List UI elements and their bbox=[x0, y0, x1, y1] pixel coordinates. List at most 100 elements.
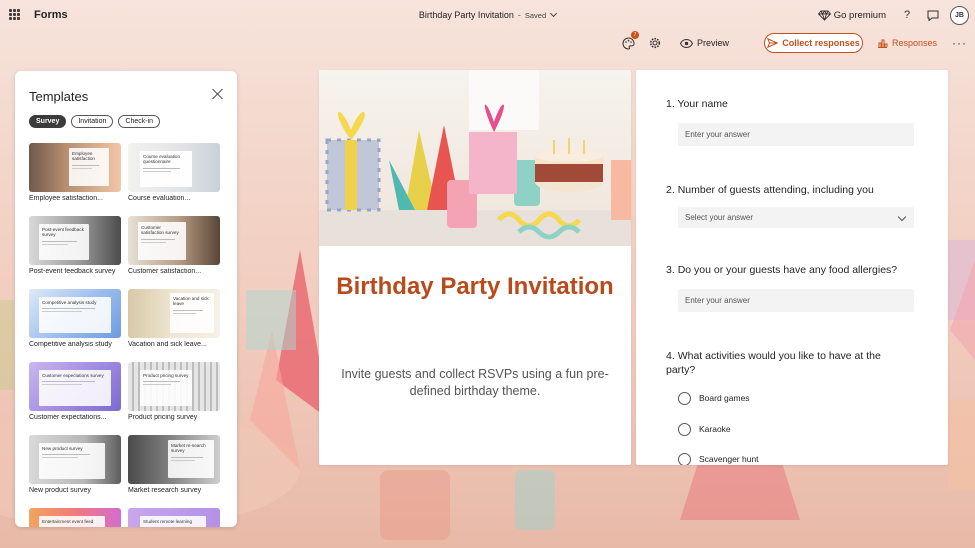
title-separator: - bbox=[517, 10, 521, 20]
radio-icon[interactable] bbox=[678, 422, 691, 436]
chip-invitation[interactable]: Invitation bbox=[71, 115, 114, 128]
template-card[interactable]: Employee satisfaction Employee satisfact… bbox=[29, 143, 121, 202]
template-thumb-text: Product pricing survey bbox=[143, 373, 189, 378]
templates-panel: Templates Survey Invitation Check-in Emp… bbox=[15, 71, 237, 527]
template-thumb-text: Entertainment event feed bbox=[42, 519, 94, 524]
preview-button[interactable]: Preview bbox=[680, 33, 729, 53]
diamond-icon bbox=[817, 9, 831, 21]
option-label: Karaoke bbox=[699, 424, 731, 434]
template-thumbnail: Course evaluation questionnaire bbox=[128, 143, 220, 192]
settings-button[interactable] bbox=[649, 33, 661, 53]
notification-badge: 7 bbox=[631, 31, 639, 39]
template-thumbnail: Customer expectations survey bbox=[29, 362, 121, 411]
question-text: Your name bbox=[677, 98, 728, 110]
collect-responses-label: Collect responses bbox=[782, 38, 860, 48]
templates-title: Templates bbox=[29, 89, 89, 104]
template-card[interactable]: Customer expectations survey Customer ex… bbox=[29, 362, 121, 421]
radio-icon[interactable] bbox=[678, 391, 691, 405]
template-thumbnail: Customer satisfaction survey bbox=[128, 216, 220, 265]
option-karaoke[interactable]: Karaoke bbox=[678, 422, 731, 436]
template-thumbnail: Market re-search survey bbox=[128, 435, 220, 484]
template-card[interactable]: Student remote learning bbox=[128, 508, 220, 527]
template-label: Vacation and sick leave... bbox=[128, 341, 207, 348]
name-input[interactable]: Enter your answer bbox=[678, 123, 914, 146]
template-thumb-text: Post-event feedback survey bbox=[42, 227, 84, 238]
template-thumb-text: Course evaluation questionnaire bbox=[143, 154, 181, 165]
option-label: Scavenger hunt bbox=[699, 454, 759, 464]
question-text: What activities would you like to have a… bbox=[666, 350, 881, 376]
chip-check-in[interactable]: Check-in bbox=[118, 115, 161, 128]
responses-label: Responses bbox=[892, 38, 938, 48]
option-board-games[interactable]: Board games bbox=[678, 391, 750, 405]
question-2[interactable]: 2. Number of guests attending, including… bbox=[666, 183, 916, 197]
template-label: Customer expectations... bbox=[29, 414, 107, 421]
template-label: Product pricing survey bbox=[128, 414, 198, 421]
allergies-input[interactable]: Enter your answer bbox=[678, 289, 914, 312]
template-card[interactable]: Competitive analysis study Competitive a… bbox=[29, 289, 121, 348]
top-bar: Forms Birthday Party Invitation - Saved Go… bbox=[0, 0, 975, 30]
template-thumb-text: Market re-search survey bbox=[171, 443, 206, 454]
save-status: Saved bbox=[524, 11, 547, 20]
template-label: Competitive analysis study bbox=[29, 341, 112, 348]
template-label: Customer satisfaction... bbox=[128, 268, 202, 275]
document-title-text: Birthday Party Invitation bbox=[418, 10, 514, 20]
template-thumbnail: Competitive analysis study bbox=[29, 289, 121, 338]
template-label: Market research survey bbox=[128, 487, 202, 494]
question-number: 2. bbox=[666, 184, 675, 196]
go-premium-button[interactable]: Go premium bbox=[817, 9, 886, 21]
question-4[interactable]: 4. What activities would you like to hav… bbox=[666, 349, 896, 377]
dropdown-placeholder: Select your answer bbox=[685, 213, 754, 222]
template-thumbnail: Entertainment event feed bbox=[29, 508, 121, 527]
form-title[interactable]: Birthday Party Invitation bbox=[319, 272, 631, 302]
questions-card: 1. Your name Enter your answer 2. Number… bbox=[636, 70, 948, 465]
theme-button[interactable]: 7 bbox=[622, 31, 639, 53]
template-thumbnail: Vacation and sick leave bbox=[128, 289, 220, 338]
responses-button[interactable]: Responses bbox=[877, 33, 937, 53]
form-toolbar: 7 Preview Collect responses Responses ··… bbox=[615, 31, 975, 53]
radio-icon[interactable] bbox=[678, 452, 691, 465]
chip-survey[interactable]: Survey bbox=[29, 115, 67, 128]
template-thumbnail: Employee satisfaction bbox=[29, 143, 121, 192]
avatar[interactable]: JB bbox=[950, 5, 969, 25]
template-thumb-text: Customer expectations survey bbox=[42, 373, 104, 378]
question-1[interactable]: 1. Your name bbox=[666, 97, 916, 111]
option-scavenger-hunt[interactable]: Scavenger hunt bbox=[678, 452, 759, 465]
template-filter-chips: Survey Invitation Check-in bbox=[29, 115, 165, 128]
template-card[interactable]: Vacation and sick leave Vacation and sic… bbox=[128, 289, 220, 348]
form-description[interactable]: Invite guests and collect RSVPs using a … bbox=[341, 366, 609, 400]
template-card[interactable]: Entertainment event feed bbox=[29, 508, 121, 527]
template-card[interactable]: Post-event feedback survey Post-event fe… bbox=[29, 216, 121, 275]
template-thumbnail: New product survey bbox=[29, 435, 121, 484]
feedback-icon[interactable] bbox=[924, 6, 942, 24]
question-number: 4. bbox=[666, 350, 675, 362]
template-thumb-text: Student remote learning bbox=[143, 519, 193, 524]
question-text: Number of guests attending, including yo… bbox=[677, 184, 874, 196]
template-label: Employee satisfaction... bbox=[29, 195, 103, 202]
go-premium-label: Go premium bbox=[833, 9, 886, 21]
help-icon[interactable]: ? bbox=[898, 6, 916, 24]
collect-responses-button[interactable]: Collect responses bbox=[764, 33, 863, 53]
template-card[interactable]: Customer satisfaction survey Customer sa… bbox=[128, 216, 220, 275]
top-right-actions: Go premium ? JB bbox=[817, 5, 969, 25]
close-icon[interactable] bbox=[212, 88, 223, 99]
template-thumb-text: Employee satisfaction bbox=[72, 151, 95, 162]
more-icon[interactable]: ··· bbox=[952, 33, 967, 53]
preview-label: Preview bbox=[697, 38, 730, 48]
template-card[interactable]: Product pricing survey Product pricing s… bbox=[128, 362, 220, 421]
eye-icon bbox=[680, 38, 693, 48]
template-label: Post-event feedback survey bbox=[29, 268, 116, 275]
guests-dropdown[interactable]: Select your answer bbox=[678, 207, 914, 228]
question-number: 1. bbox=[666, 98, 675, 110]
template-card[interactable]: Course evaluation questionnaire Course e… bbox=[128, 143, 220, 202]
settings-icon bbox=[649, 37, 661, 49]
option-label: Board games bbox=[699, 393, 750, 403]
template-thumb-text: Vacation and sick leave bbox=[173, 296, 209, 307]
chart-icon bbox=[878, 39, 888, 48]
template-label: New product survey bbox=[29, 487, 91, 494]
template-card[interactable]: Market re-search survey Market research … bbox=[128, 435, 220, 494]
cover-image bbox=[319, 70, 631, 246]
template-card[interactable]: New product survey New product survey bbox=[29, 435, 121, 494]
template-thumb-text: New product survey bbox=[42, 446, 83, 451]
question-3[interactable]: 3. Do you or your guests have any food a… bbox=[666, 263, 916, 277]
chevron-down-icon[interactable] bbox=[550, 9, 558, 18]
